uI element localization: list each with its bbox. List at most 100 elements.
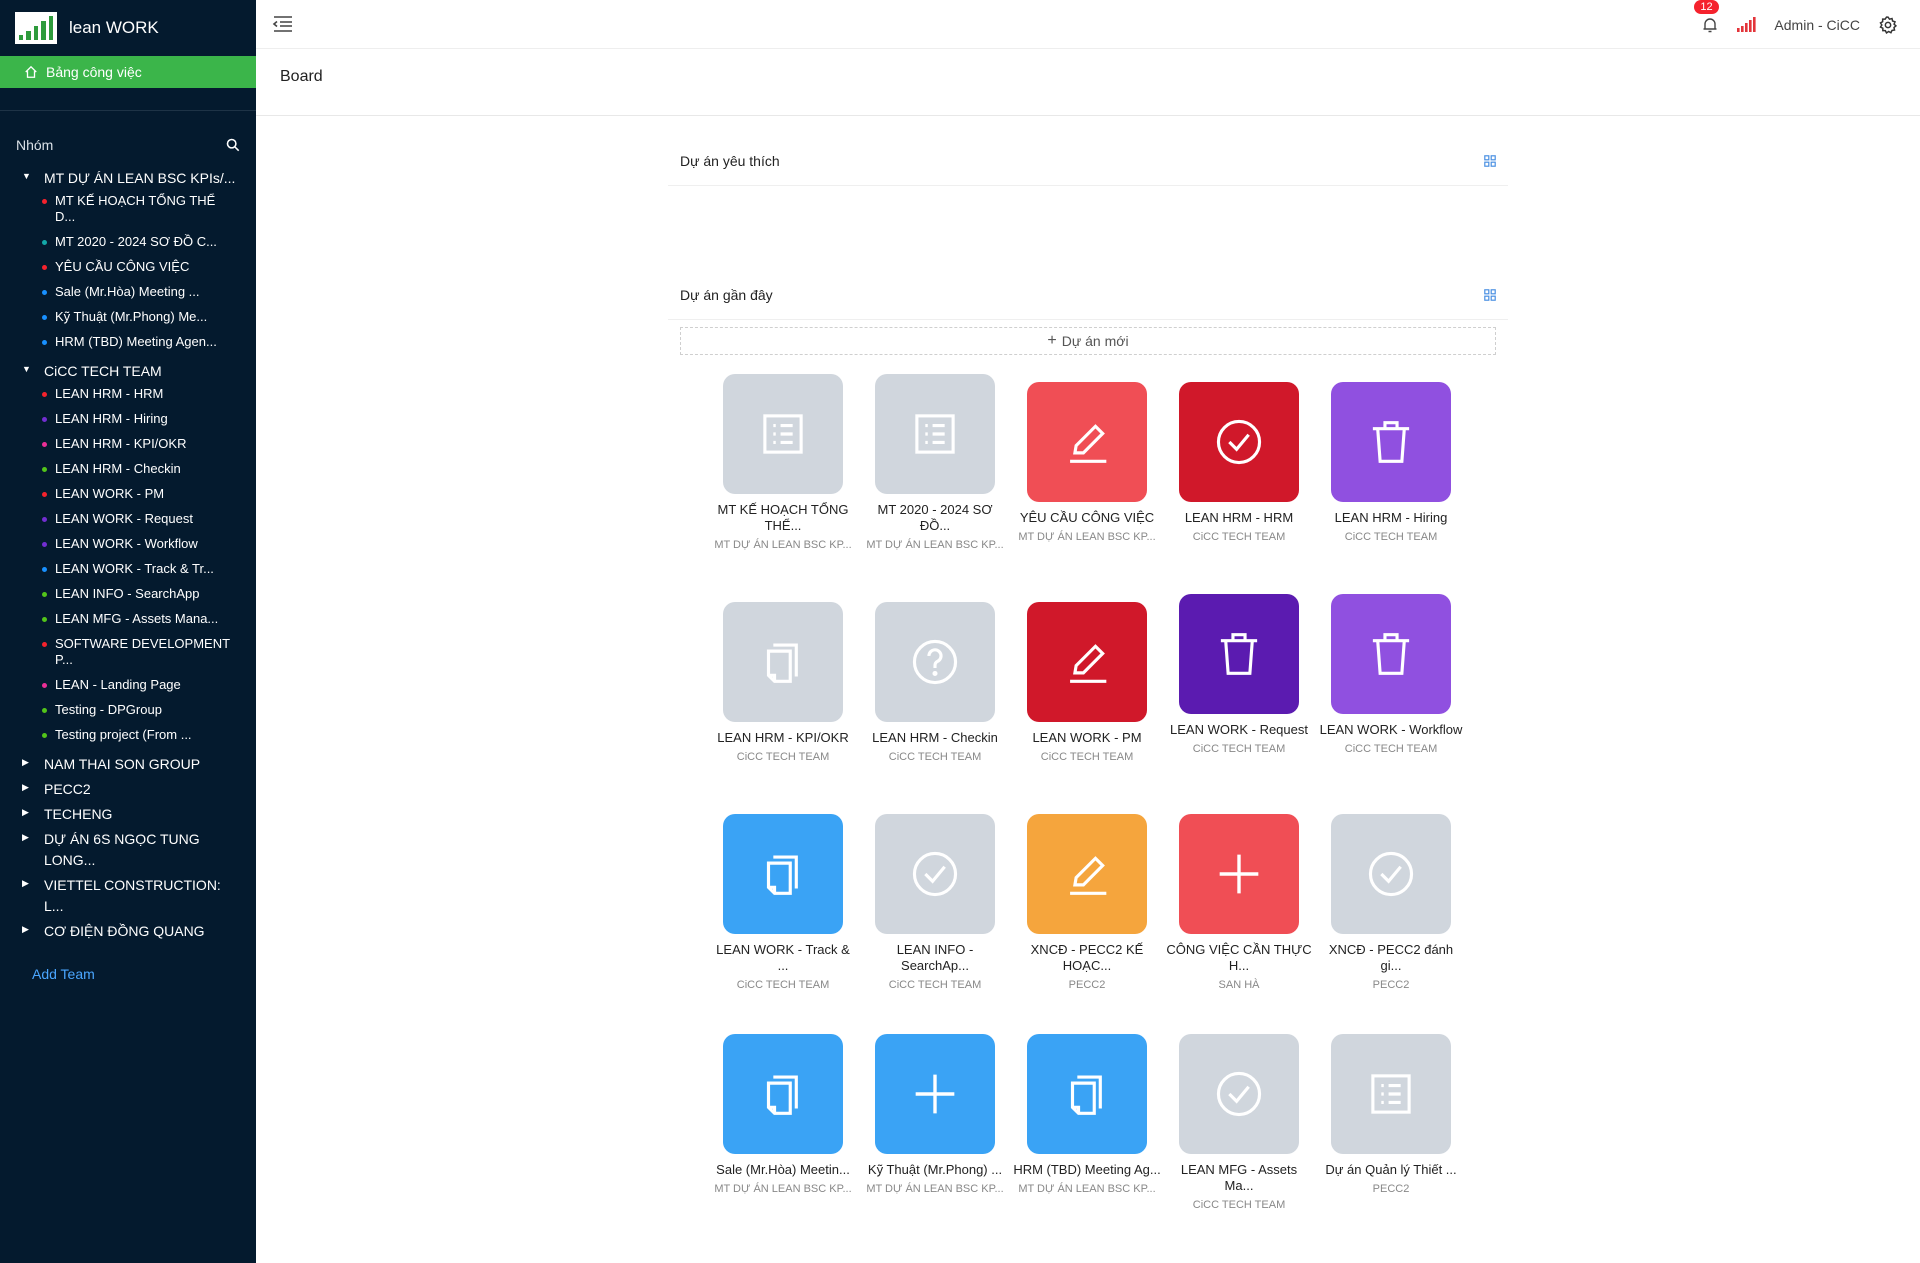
project-card-name: LEAN INFO - SearchAp... (896, 942, 974, 973)
menu-item-board[interactable]: Bảng công việc (0, 56, 256, 88)
project-tile[interactable] (875, 602, 995, 722)
project-item[interactable]: LEAN HRM - HRM (0, 386, 256, 402)
project-item[interactable]: MT 2020 - 2024 SƠ ĐỒ C... (0, 234, 256, 250)
project-item[interactable]: SOFTWARE DEVELOPMENT P... (0, 636, 256, 668)
new-project-button[interactable]: + Dự án mới (680, 327, 1496, 355)
project-item[interactable]: MT KẾ HOẠCH TỔNG THỂ D... (0, 193, 256, 225)
project-card[interactable]: LEAN HRM - KPI/OKR CiCC TECH TEAM (707, 602, 859, 764)
project-item[interactable]: LEAN WORK - PM (0, 486, 256, 502)
project-card-team: CiCC TECH TEAM (1344, 531, 1438, 543)
project-tile[interactable] (1179, 382, 1299, 502)
project-tile[interactable] (1179, 594, 1299, 714)
project-item[interactable]: LEAN MFG - Assets Mana... (0, 611, 256, 627)
project-card[interactable]: XNCĐ - PECC2 KẾ HOẠC... PECC2 (1011, 814, 1163, 992)
team-item[interactable]: ▶ NAM THAI SON GROUP (0, 754, 256, 775)
project-card[interactable]: Sale (Mr.Hòa) Meetin... MT DỰ ÁN LEAN BSC… (707, 1034, 859, 1196)
gear-icon[interactable] (1878, 15, 1898, 35)
project-card[interactable]: YÊU CẦU CÔNG VIỆC MT DỰ ÁN LEAN BSC KP... (1011, 382, 1163, 544)
project-tile[interactable] (875, 1034, 995, 1154)
project-card[interactable]: XNCĐ - PECC2 đánh gi... PECC2 (1315, 814, 1467, 992)
search-icon[interactable] (226, 138, 240, 152)
edit-icon (1058, 633, 1116, 691)
project-card[interactable]: Dự án Quản lý Thiết ... PECC2 (1315, 1034, 1467, 1196)
top-bar: 12 Admin - CiCC (256, 0, 1920, 49)
project-card[interactable]: HRM (TBD) Meeting Ag... MT DỰ ÁN LEAN BSC… (1011, 1034, 1163, 1196)
project-tile[interactable] (1027, 814, 1147, 934)
project-card[interactable]: Kỹ Thuật (Mr.Phong) ... MT DỰ ÁN LEAN BSC… (859, 1034, 1011, 1196)
project-name: LEAN - Landing Page (55, 677, 181, 692)
plus-icon (1210, 845, 1268, 903)
title-bar: Board (256, 50, 1920, 116)
project-item[interactable]: Testing - DPGroup (0, 702, 256, 718)
project-card[interactable]: MT 2020 - 2024 SƠ ĐỒ... MT DỰ ÁN LEAN BSC… (859, 374, 1011, 552)
project-card-name: LEAN HRM - KPI/OKR (717, 730, 849, 745)
appstore-icon[interactable] (1484, 288, 1496, 301)
project-tile[interactable] (875, 814, 995, 934)
project-card[interactable]: LEAN WORK - Request CiCC TECH TEAM (1163, 594, 1315, 756)
project-tile[interactable] (1179, 814, 1299, 934)
appstore-icon[interactable] (1484, 154, 1496, 167)
project-tile[interactable] (1027, 1034, 1147, 1154)
project-tile[interactable] (1027, 602, 1147, 722)
project-card[interactable]: LEAN WORK - PM CiCC TECH TEAM (1011, 602, 1163, 764)
project-tile[interactable] (875, 374, 995, 494)
project-item[interactable]: HRM (TBD) Meeting Agen... (0, 334, 256, 350)
project-item[interactable]: LEAN INFO - SearchApp (0, 586, 256, 602)
team-item[interactable]: ▼ MT DỰ ÁN LEAN BSC KPIs/... (0, 168, 256, 189)
project-card[interactable]: CÔNG VIỆC CẦN THỰC H... SAN HÀ (1163, 814, 1315, 992)
project-card[interactable]: LEAN WORK - Workflow CiCC TECH TEAM (1315, 594, 1467, 756)
project-card-name: MT 2020 - 2024 SƠ ĐỒ... (877, 502, 993, 533)
project-item[interactable]: LEAN HRM - KPI/OKR (0, 436, 256, 452)
project-tile[interactable] (723, 1034, 843, 1154)
project-tile[interactable] (723, 374, 843, 494)
user-name[interactable]: Admin - CiCC (1774, 17, 1860, 33)
project-name: Kỹ Thuật (Mr.Phong) Me... (55, 309, 208, 324)
menu-item-board-label: Bảng công việc (46, 64, 142, 80)
project-item[interactable]: LEAN WORK - Workflow (0, 536, 256, 552)
add-team-link[interactable]: Add Team (0, 966, 256, 982)
project-card[interactable]: LEAN INFO - SearchAp... CiCC TECH TEAM (859, 814, 1011, 992)
project-item[interactable]: Testing project (From ... (0, 727, 256, 743)
menu-fold-icon[interactable] (272, 15, 294, 33)
team-item[interactable]: ▶ VIETTEL CONSTRUCTION: L... (0, 875, 256, 917)
project-item[interactable]: LEAN - Landing Page (0, 677, 256, 693)
team-item[interactable]: ▶ DỰ ÁN 6S NGỌC TUNG LONG... (0, 829, 256, 871)
project-tile[interactable] (1331, 594, 1451, 714)
project-card[interactable]: LEAN HRM - Checkin CiCC TECH TEAM (859, 602, 1011, 764)
project-tile[interactable] (723, 602, 843, 722)
team-item[interactable]: ▶ TECHENG (0, 804, 256, 825)
project-tile[interactable] (1027, 382, 1147, 502)
project-card[interactable]: LEAN WORK - Track & ... CiCC TECH TEAM (707, 814, 859, 992)
project-card-name: LEAN WORK - PM (1032, 730, 1142, 745)
project-tile[interactable] (1331, 814, 1451, 934)
color-dot (42, 392, 47, 397)
project-card-name: LEAN WORK - Request (1170, 722, 1308, 737)
project-card[interactable]: LEAN HRM - Hiring CiCC TECH TEAM (1315, 382, 1467, 544)
project-card[interactable]: LEAN MFG - Assets Ma... CiCC TECH TEAM (1163, 1034, 1315, 1212)
project-tile[interactable] (1331, 382, 1451, 502)
team-item[interactable]: ▶ PECC2 (0, 779, 256, 800)
check-circle-icon (1362, 845, 1420, 903)
project-card[interactable]: MT KẾ HOẠCH TỔNG THỂ... MT DỰ ÁN LEAN BSC… (707, 374, 859, 552)
project-tile[interactable] (723, 814, 843, 934)
project-tile[interactable] (1331, 1034, 1451, 1154)
project-tile[interactable] (1179, 1034, 1299, 1154)
notification-bell[interactable]: 12 (1694, 0, 1719, 34)
team-item[interactable]: ▼ CiCC TECH TEAM (0, 361, 256, 382)
project-card-name: CÔNG VIỆC CẦN THỰC H... (1166, 942, 1312, 973)
project-item[interactable]: LEAN HRM - Checkin (0, 461, 256, 477)
project-name: SOFTWARE DEVELOPMENT P... (55, 636, 230, 667)
color-dot (42, 467, 47, 472)
project-card[interactable]: LEAN HRM - HRM CiCC TECH TEAM (1163, 382, 1315, 544)
top-right-actions: 12 Admin - CiCC (1694, 0, 1898, 49)
caret-down-icon: ▼ (22, 364, 31, 374)
color-dot (42, 265, 47, 270)
project-item[interactable]: LEAN HRM - Hiring (0, 411, 256, 427)
logo-row[interactable]: lean WORK (0, 0, 256, 56)
project-item[interactable]: LEAN WORK - Request (0, 511, 256, 527)
team-item[interactable]: ▶ CƠ ĐIỆN ĐỒNG QUANG (0, 921, 256, 942)
project-item[interactable]: Sale (Mr.Hòa) Meeting ... (0, 284, 256, 300)
project-item[interactable]: Kỹ Thuật (Mr.Phong) Me... (0, 309, 256, 325)
project-item[interactable]: LEAN WORK - Track & Tr... (0, 561, 256, 577)
project-item[interactable]: YÊU CẦU CÔNG VIỆC (0, 259, 256, 275)
